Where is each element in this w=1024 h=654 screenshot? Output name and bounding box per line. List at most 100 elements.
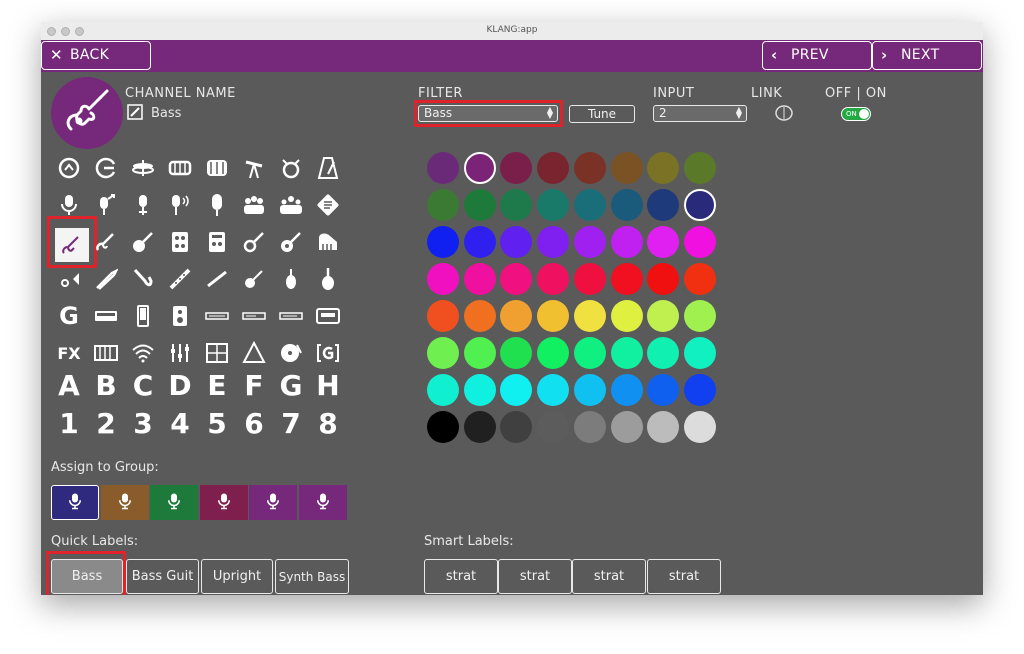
color-swatch[interactable]	[573, 189, 606, 221]
group-button-6[interactable]	[298, 485, 347, 520]
quick-label-button[interactable]: Upright	[201, 559, 273, 594]
color-swatch[interactable]	[610, 411, 643, 443]
amp-icon[interactable]	[166, 228, 194, 256]
color-swatch[interactable]	[647, 226, 680, 258]
smart-label-button[interactable]: strat	[424, 559, 498, 594]
prev-button[interactable]: ‹ PREV	[762, 41, 872, 70]
color-swatch[interactable]	[683, 337, 716, 369]
color-swatch[interactable]	[610, 300, 643, 332]
microphone-icon[interactable]	[55, 191, 83, 219]
group-button-5[interactable]	[249, 485, 297, 520]
smart-label-button[interactable]: strat	[498, 559, 572, 594]
keyboard-device-icon[interactable]	[92, 302, 120, 330]
drum-kit-icon[interactable]	[277, 154, 305, 182]
color-swatch[interactable]	[683, 189, 716, 221]
color-swatch[interactable]	[537, 374, 570, 406]
color-swatch[interactable]	[647, 300, 680, 332]
drum-pad-icon[interactable]	[203, 339, 231, 367]
color-swatch[interactable]	[573, 300, 606, 332]
mixer-faders-icon[interactable]	[166, 339, 194, 367]
classical-guitar-icon[interactable]	[277, 228, 305, 256]
color-swatch[interactable]	[463, 337, 496, 369]
number-8-icon[interactable]: 8	[313, 407, 343, 440]
color-swatch[interactable]	[463, 152, 496, 184]
color-swatch[interactable]	[427, 226, 459, 258]
color-swatch[interactable]	[573, 337, 606, 369]
edit-icon[interactable]	[127, 104, 143, 120]
vinyl-record-icon[interactable]	[277, 339, 305, 367]
male-vocal-icon[interactable]	[92, 191, 120, 219]
talkback-icon[interactable]	[314, 191, 342, 219]
loud-vocal-icon[interactable]	[166, 191, 194, 219]
double-bass-icon[interactable]	[314, 265, 342, 293]
next-button[interactable]: › NEXT	[872, 41, 982, 70]
color-swatch[interactable]	[463, 189, 496, 221]
triangle-icon[interactable]	[240, 339, 268, 367]
guitar-icon[interactable]	[240, 228, 268, 256]
letter-a-icon[interactable]: A	[54, 369, 84, 402]
color-swatch[interactable]	[683, 152, 716, 184]
cymbal-swirl-icon[interactable]	[92, 154, 120, 182]
color-swatch[interactable]	[427, 374, 459, 406]
group-button-3[interactable]	[150, 485, 198, 520]
phone-device-icon[interactable]	[129, 302, 157, 330]
acoustic-guitar-icon[interactable]	[129, 228, 157, 256]
clarinet-icon[interactable]	[166, 265, 194, 293]
color-swatch[interactable]	[683, 300, 716, 332]
color-swatch[interactable]	[427, 263, 459, 295]
quick-label-button[interactable]: Bass Guit	[126, 559, 199, 594]
piano-icon[interactable]	[314, 228, 342, 256]
tune-button[interactable]: Tune	[569, 105, 635, 123]
color-swatch[interactable]	[537, 263, 570, 295]
color-swatch[interactable]	[537, 226, 570, 258]
group-button-2[interactable]	[100, 485, 149, 520]
saxophone-icon[interactable]	[129, 265, 157, 293]
tape-cassette-icon[interactable]	[314, 302, 342, 330]
color-swatch[interactable]	[463, 226, 496, 258]
color-swatch[interactable]	[537, 300, 570, 332]
ride-cymbal-icon[interactable]	[240, 154, 268, 182]
letter-b-icon[interactable]: B	[91, 369, 121, 402]
color-swatch[interactable]	[427, 300, 459, 332]
group-button-1[interactable]	[51, 485, 99, 520]
color-swatch[interactable]	[463, 411, 496, 443]
color-swatch[interactable]	[573, 411, 606, 443]
speaker-cab-icon[interactable]	[203, 228, 231, 256]
letter-f-icon[interactable]: F	[239, 369, 269, 402]
color-swatch[interactable]	[610, 374, 643, 406]
number-4-icon[interactable]: 4	[165, 407, 195, 440]
letter-e-icon[interactable]: E	[202, 369, 232, 402]
color-swatch[interactable]	[500, 152, 533, 184]
group-button-4[interactable]	[199, 485, 248, 520]
number-2-icon[interactable]: 2	[91, 407, 121, 440]
letter-g-icon[interactable]: G	[276, 369, 306, 402]
color-swatch[interactable]	[463, 374, 496, 406]
violin-icon[interactable]	[240, 265, 268, 293]
number-5-icon[interactable]: 5	[202, 407, 232, 440]
color-swatch[interactable]	[500, 226, 533, 258]
color-swatch[interactable]	[610, 337, 643, 369]
number-1-icon[interactable]: 1	[54, 407, 84, 440]
color-swatch[interactable]	[647, 152, 680, 184]
color-swatch[interactable]	[463, 263, 496, 295]
color-swatch[interactable]	[537, 189, 570, 221]
letter-h-icon[interactable]: H	[313, 369, 343, 402]
letter-d-icon[interactable]: D	[165, 369, 195, 402]
snare-drum-icon[interactable]	[166, 154, 194, 182]
color-swatch[interactable]	[427, 337, 459, 369]
color-swatch[interactable]	[537, 152, 570, 184]
color-swatch[interactable]	[647, 374, 680, 406]
electric-guitar-icon[interactable]	[92, 228, 120, 256]
number-6-icon[interactable]: 6	[239, 407, 269, 440]
color-swatch[interactable]	[573, 226, 606, 258]
color-swatch[interactable]	[610, 152, 643, 184]
color-swatch[interactable]	[683, 226, 716, 258]
color-swatch[interactable]	[537, 411, 570, 443]
color-swatch[interactable]	[610, 189, 643, 221]
color-swatch[interactable]	[647, 411, 680, 443]
audience-icon[interactable]	[277, 191, 305, 219]
color-swatch[interactable]	[647, 189, 680, 221]
smart-label-button[interactable]: strat	[647, 559, 721, 594]
color-swatch[interactable]	[573, 374, 606, 406]
on-off-toggle[interactable]: ON	[841, 107, 871, 121]
